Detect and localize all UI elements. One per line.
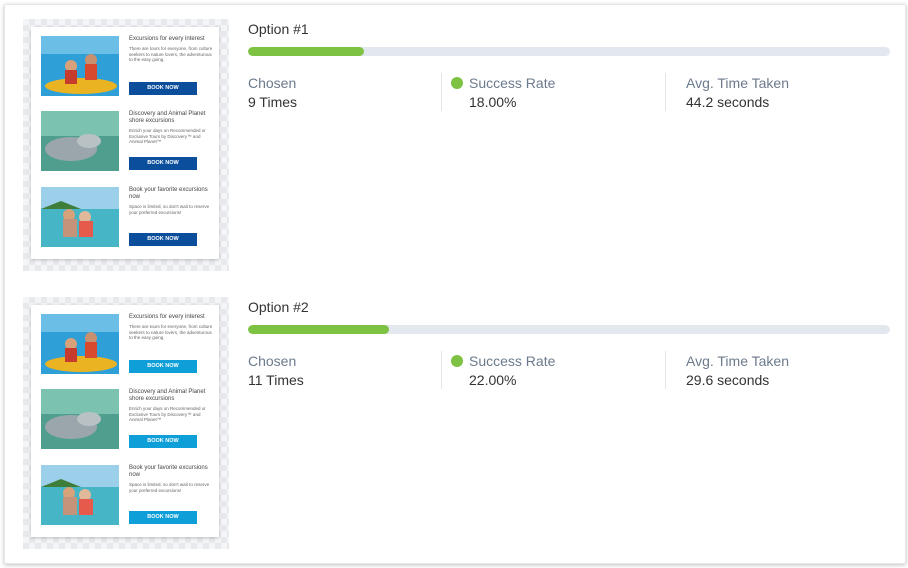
status-dot-icon xyxy=(451,355,463,367)
email-row-body: Space is limited, so don't wait to reser… xyxy=(129,482,210,493)
email-row-title: Discovery and Animal Planet shore excurs… xyxy=(129,111,206,124)
email-row-title: Book your favorite excursions now xyxy=(129,187,208,200)
email-row-body: Enrich your days on Recommended or Exclu… xyxy=(129,128,206,144)
email-row-1: Excursions for every interest There are … xyxy=(41,314,213,380)
beach-photo xyxy=(41,187,119,247)
email-row-1: Excursions for every interest There are … xyxy=(41,36,213,102)
email-row-body: Enrich your days on Recommended or Exclu… xyxy=(129,406,206,422)
time-stat: Avg. Time Taken 29.6 seconds xyxy=(686,353,789,388)
stat-label: Chosen xyxy=(248,353,297,369)
chosen-stat: Chosen 9 Times xyxy=(248,75,297,110)
stat-label: Success Rate xyxy=(469,75,556,91)
stat-value: 18.00% xyxy=(469,94,517,110)
dolphin-photo xyxy=(41,389,119,449)
kayak-photo xyxy=(41,36,119,96)
beach-photo xyxy=(41,465,119,525)
email-row-title: Excursions for every interest xyxy=(129,314,205,320)
email-row-3: Book your favorite excursions now Space … xyxy=(41,465,213,531)
email-row-title: Excursions for every interest xyxy=(129,36,205,42)
stat-value: 9 Times xyxy=(248,94,298,110)
progress-bar xyxy=(248,47,890,56)
option-title: Option #1 xyxy=(248,21,309,37)
email-row-3: Book your favorite excursions now Space … xyxy=(41,187,213,253)
email-row-body: There are tours for everyone, from cultu… xyxy=(129,46,213,62)
results-panel: Excursions for every interest There are … xyxy=(4,4,906,564)
book-now-button[interactable]: BOOK NOW xyxy=(129,233,197,246)
option-2: Excursions for every interest There are … xyxy=(5,283,905,549)
divider xyxy=(441,73,442,111)
book-now-button[interactable]: BOOK NOW xyxy=(129,82,197,95)
email-row-body: There are tours for everyone, from cultu… xyxy=(129,324,213,340)
divider xyxy=(441,351,442,389)
book-now-button[interactable]: BOOK NOW xyxy=(129,511,197,524)
book-now-button[interactable]: BOOK NOW xyxy=(129,157,197,170)
email-row-body: Space is limited, so don't wait to reser… xyxy=(129,204,210,215)
stat-label: Avg. Time Taken xyxy=(686,75,789,91)
progress-fill xyxy=(248,47,364,56)
option-1: Excursions for every interest There are … xyxy=(5,5,905,271)
email-preview-1[interactable]: Excursions for every interest There are … xyxy=(23,19,229,271)
stat-label: Chosen xyxy=(248,75,297,91)
kayak-photo xyxy=(41,314,119,374)
stat-value: 44.2 seconds xyxy=(686,94,770,110)
email-preview-2[interactable]: Excursions for every interest There are … xyxy=(23,297,229,549)
success-rate-stat: Success Rate 22.00% xyxy=(451,353,555,388)
stat-value: 11 Times xyxy=(248,372,304,388)
book-now-button[interactable]: BOOK NOW xyxy=(129,435,197,448)
dolphin-photo xyxy=(41,111,119,171)
stat-value: 29.6 seconds xyxy=(686,372,770,388)
book-now-button[interactable]: BOOK NOW xyxy=(129,360,197,373)
email-row-title: Book your favorite excursions now xyxy=(129,465,208,478)
email-card: Excursions for every interest There are … xyxy=(31,27,219,259)
option-title: Option #2 xyxy=(248,299,309,315)
stat-value: 22.00% xyxy=(469,372,517,388)
success-rate-stat: Success Rate 18.00% xyxy=(451,75,555,110)
email-row-2: Discovery and Animal Planet shore excurs… xyxy=(41,389,213,455)
stat-label: Success Rate xyxy=(469,353,556,369)
email-row-title: Discovery and Animal Planet shore excurs… xyxy=(129,389,206,402)
time-stat: Avg. Time Taken 44.2 seconds xyxy=(686,75,789,110)
stat-label: Avg. Time Taken xyxy=(686,353,789,369)
chosen-stat: Chosen 11 Times xyxy=(248,353,304,388)
email-row-2: Discovery and Animal Planet shore excurs… xyxy=(41,111,213,177)
progress-bar xyxy=(248,325,890,334)
email-card: Excursions for every interest There are … xyxy=(31,305,219,537)
divider xyxy=(665,351,666,389)
progress-fill xyxy=(248,325,390,334)
status-dot-icon xyxy=(451,77,463,89)
divider xyxy=(665,73,666,111)
